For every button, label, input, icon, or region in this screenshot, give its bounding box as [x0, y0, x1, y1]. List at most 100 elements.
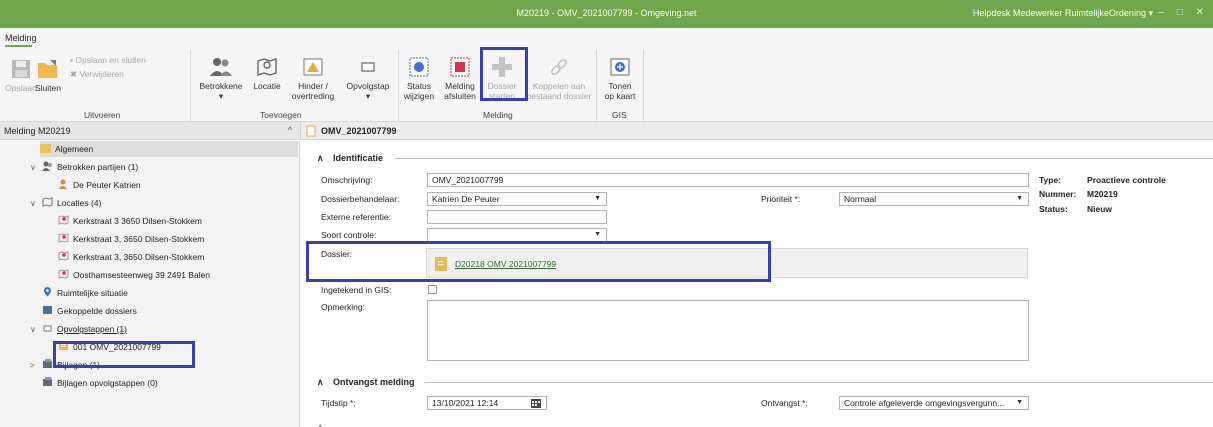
omschrijving-input[interactable]: OMV_2021007799: [427, 173, 1029, 187]
collapse-more-icon[interactable]: ∧: [317, 422, 324, 427]
koppelen-label-1: Koppelen aan: [532, 81, 586, 91]
tree-label: Kerkstraat 3, 3650 Dilsen-Stokkem: [73, 234, 205, 244]
tree-item-locatie[interactable]: Kerkstraat 3, 3650 Dilsen-Stokkem: [58, 249, 204, 265]
separator: [643, 50, 644, 122]
locatie-button[interactable]: Locatie: [250, 56, 284, 91]
tree-item-locatie[interactable]: Kerkstraat 3 3650 Dilsen-Stokkem: [58, 213, 202, 229]
tree-item-opvolgstappen[interactable]: ∨ Opvolgstappen (1): [30, 321, 127, 337]
verwijderen-button[interactable]: ✖ Verwijderen: [70, 69, 124, 80]
main-form: ∧ Identificatie Omschrijving: OMV_202100…: [301, 141, 1213, 427]
soort-controle-label: Soort controle:: [321, 230, 377, 240]
location-icon: [58, 214, 69, 230]
afsluiten-label-2: afsluiten: [444, 91, 476, 101]
tree-item-ruimtelijke[interactable]: Ruimtelijke situatie: [42, 285, 128, 301]
step-icon: [361, 62, 375, 72]
location-icon: [58, 268, 69, 284]
collapse-ontvangst-icon[interactable]: ∧: [317, 377, 324, 388]
opvolgstap-button[interactable]: Opvolgstap ▾: [343, 56, 393, 101]
tree-item-locatie[interactable]: Kerkstraat 3, 3650 Dilsen-Stokkem: [58, 231, 204, 247]
gis-checkbox[interactable]: [428, 285, 437, 294]
chevron-down-icon[interactable]: ∨: [30, 196, 42, 212]
sluiten-button[interactable]: Sluiten: [31, 58, 65, 93]
type-label: Type:: [1039, 175, 1062, 185]
tree-item-gekoppelde[interactable]: Gekoppelde dossiers: [42, 303, 137, 319]
opmerking-label: Opmerking:: [321, 302, 365, 312]
left-panel-title: Melding M20219: [4, 126, 71, 136]
section-identificatie: Identificatie: [333, 153, 384, 163]
chevron-down-icon[interactable]: ∨: [30, 160, 42, 176]
dropdown-arrow-icon: ▼: [1016, 399, 1023, 406]
prioriteit-select[interactable]: Normaal ▼: [839, 192, 1029, 206]
map-pin-icon: [257, 58, 277, 76]
externe-referentie-input[interactable]: [427, 210, 607, 224]
location-icon: [58, 232, 69, 248]
highlight-dossier: [306, 241, 771, 282]
sluiten-label: Sluiten: [35, 83, 61, 93]
ontvangst-value: Controle afgeleverde omgevingsvergunn...: [844, 398, 1005, 408]
location-icon: [58, 250, 69, 266]
delete-icon: ✖: [70, 69, 78, 79]
tab-melding[interactable]: Melding: [5, 33, 37, 43]
tree-label: Opvolgstappen (1): [57, 324, 127, 334]
tree-label: Ruimtelijke situatie: [57, 288, 128, 298]
status-label-1: Status: [406, 81, 432, 91]
status-label-2: wijzigen: [403, 91, 435, 101]
ribbon: Melding Opslaan Sluiten ▪ Opslaan en slu…: [0, 28, 1213, 122]
calendar-icon[interactable]: [531, 398, 541, 408]
collapse-up-icon[interactable]: ^: [288, 125, 292, 135]
tree-label: Betrokken partijen (1): [57, 162, 139, 172]
type-value: Proactieve controle: [1087, 175, 1166, 185]
dossierbehandelaar-value: Katrien De Peuter: [432, 194, 500, 204]
betrokkene-button[interactable]: Betrokkene ▾: [197, 56, 245, 101]
nummer-label: Nummer:: [1039, 189, 1077, 199]
chevron-down-icon[interactable]: ∨: [30, 322, 42, 338]
dropdown-arrow-icon: ▼: [1016, 195, 1023, 202]
hinder-label-1: Hinder /: [298, 81, 328, 91]
user-menu[interactable]: Helpdesk Medewerker RuimtelijkeOrdening …: [973, 8, 1153, 19]
tijdstip-value: 13/10/2021 12:14: [432, 398, 499, 408]
left-panel-header: Melding M20219 ^: [0, 122, 300, 140]
chevron-right-icon[interactable]: >: [30, 358, 42, 374]
status-wijzigen-button[interactable]: Status wijzigen: [402, 56, 436, 101]
melding-afsluiten-button[interactable]: Melding afsluiten: [440, 56, 480, 101]
close-report-icon: [450, 57, 470, 77]
tree-item-betrokkene[interactable]: De Peuter Katrien: [58, 177, 141, 193]
main-panel-title: OMV_2021007799: [321, 126, 397, 136]
separator: [190, 50, 191, 122]
externe-referentie-label: Externe referentie:: [321, 212, 391, 222]
save-icon: [12, 60, 30, 78]
section-divider: [395, 158, 1213, 159]
dossierbehandelaar-select[interactable]: Katrien De Peuter ▼: [427, 192, 607, 206]
step-icon: [42, 322, 53, 338]
soort-controle-select[interactable]: ▼: [427, 228, 607, 242]
dropdown-arrow-icon: ▼: [594, 231, 601, 238]
opmerking-textarea[interactable]: [427, 300, 1029, 361]
prioriteit-value: Normaal: [844, 194, 877, 204]
separator: [596, 50, 597, 122]
koppelen-button[interactable]: Koppelen aan bestaand dossier: [526, 56, 592, 101]
hinder-button[interactable]: Hinder / overtreding: [288, 56, 338, 101]
separator: [398, 50, 399, 122]
window-controls[interactable]: – □ ✕: [1158, 7, 1209, 18]
document-icon: [306, 125, 316, 137]
opslaan-sluiten-button[interactable]: ▪ Opslaan en sluiten: [70, 55, 146, 65]
user-name: Helpdesk Medewerker RuimtelijkeOrdening: [972, 8, 1146, 18]
tree-item-locaties[interactable]: ∨ Locaties (4): [30, 195, 101, 211]
tonen-op-kaart-button[interactable]: Tonen op kaart: [602, 56, 638, 101]
active-tab-indicator: [5, 45, 32, 47]
tree-item-betrokken[interactable]: ∨ Betrokken partijen (1): [30, 159, 138, 175]
verwijderen-label: Verwijderen: [79, 69, 124, 79]
tree-item-locatie[interactable]: Oosthamsesteenweg 39 2491 Balen: [58, 267, 210, 283]
tonen-label-2: op kaart: [604, 91, 636, 101]
group-uitvoeren: Uitvoeren: [84, 110, 121, 120]
status-value: Nieuw: [1087, 204, 1113, 214]
map-icon: [610, 58, 630, 76]
ontvangst-select[interactable]: Controle afgeleverde omgevingsvergunn...…: [839, 396, 1029, 410]
collapse-identificatie-icon[interactable]: ∧: [317, 153, 324, 164]
warning-icon: [303, 58, 323, 76]
tree-item-algemeen[interactable]: Algemeen: [40, 141, 93, 157]
people-icon: [42, 160, 53, 176]
people-icon: [210, 58, 232, 76]
tijdstip-input[interactable]: 13/10/2021 12:14: [427, 396, 547, 410]
tree-item-bijlagen-opvolgstappen[interactable]: Bijlagen opvolgstappen (0): [42, 375, 158, 391]
